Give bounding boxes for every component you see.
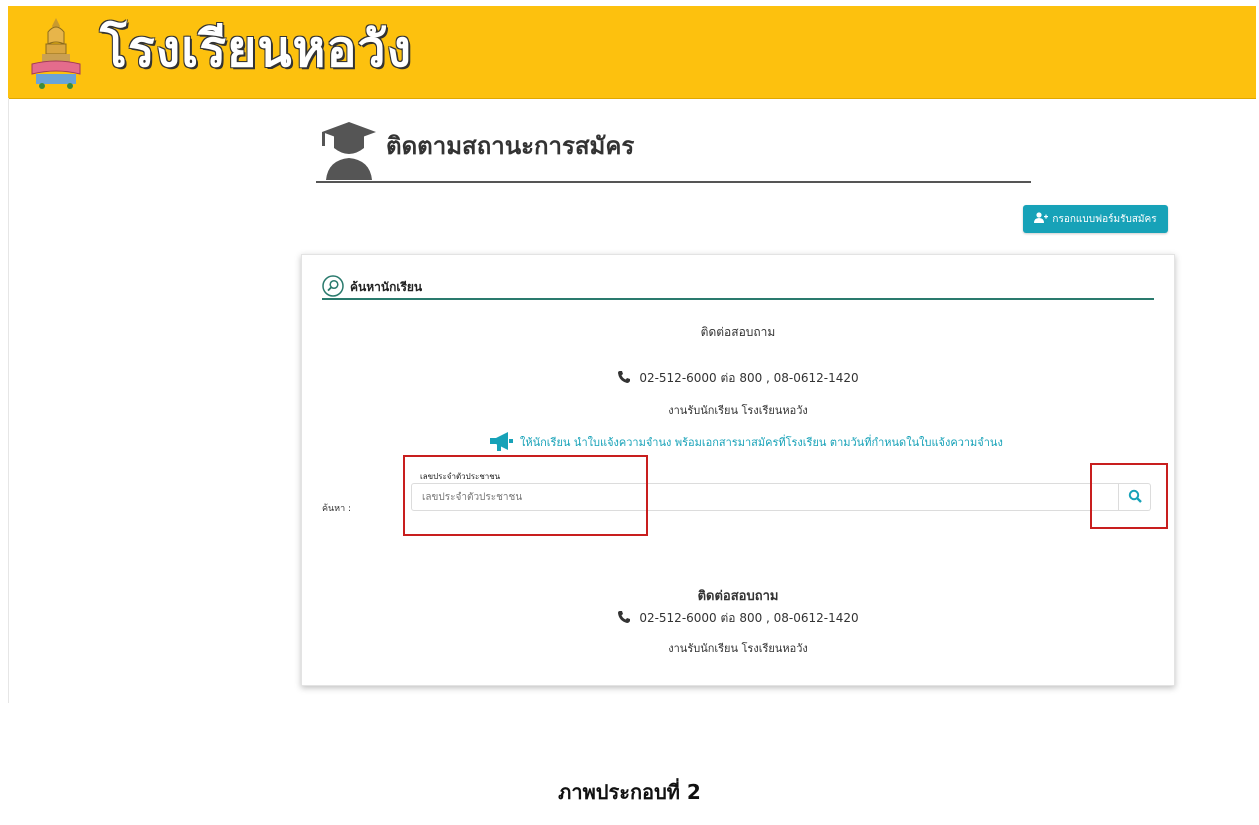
phone-number: 02-512-6000 ต่อ 800 , 08-0612-1420 <box>639 611 859 625</box>
panel-divider <box>322 298 1154 300</box>
add-user-icon <box>1034 212 1049 226</box>
announcement: ให้นักเรียน นำใบแจ้งความจำนง พร้อมเอกสาร… <box>488 429 1003 455</box>
contact-title-bottom: ติดต่อสอบถาม <box>697 589 779 604</box>
highlight-id-field <box>403 455 648 536</box>
page-title: ติดตามสถานะการสมัคร <box>386 132 635 160</box>
page-heading: ติดตามสถานะการสมัคร <box>316 118 1031 184</box>
megaphone-icon <box>488 430 514 455</box>
panel-header: ค้นหานักเรียน <box>322 275 1154 301</box>
phone-icon <box>617 370 631 387</box>
site-title: โรงเรียนหอวัง <box>100 20 413 78</box>
contact-phone-top: 02-512-6000 ต่อ 800 , 08-0612-1420 <box>302 369 1174 388</box>
site-header: โรงเรียนหอวัง <box>8 6 1256 99</box>
graduate-icon <box>318 118 380 180</box>
contact-title-top: ติดต่อสอบถาม <box>700 325 776 339</box>
apply-form-button-label: กรอกแบบฟอร์มรับสมัคร <box>1052 213 1157 225</box>
contact-office-top: งานรับนักเรียน โรงเรียนหอวัง <box>668 404 808 417</box>
contact-office-bottom: งานรับนักเรียน โรงเรียนหอวัง <box>668 642 808 655</box>
search-circle-icon <box>322 275 344 297</box>
phone-number: 02-512-6000 ต่อ 800 , 08-0612-1420 <box>639 371 859 385</box>
school-emblem-icon[interactable] <box>26 14 86 90</box>
contact-phone-bottom: 02-512-6000 ต่อ 800 , 08-0612-1420 <box>302 609 1174 628</box>
page-left-border <box>8 98 9 703</box>
search-label: ค้นหา : <box>322 504 352 514</box>
panel-title: ค้นหานักเรียน <box>350 280 423 294</box>
heading-divider <box>316 181 1031 183</box>
announcement-text: ให้นักเรียน นำใบแจ้งความจำนง พร้อมเอกสาร… <box>520 436 1003 449</box>
phone-icon <box>617 610 631 627</box>
apply-form-button[interactable]: กรอกแบบฟอร์มรับสมัคร <box>1023 205 1168 233</box>
highlight-search-button <box>1090 463 1168 529</box>
figure-caption: ภาพประกอบที่ 2 <box>558 780 701 804</box>
